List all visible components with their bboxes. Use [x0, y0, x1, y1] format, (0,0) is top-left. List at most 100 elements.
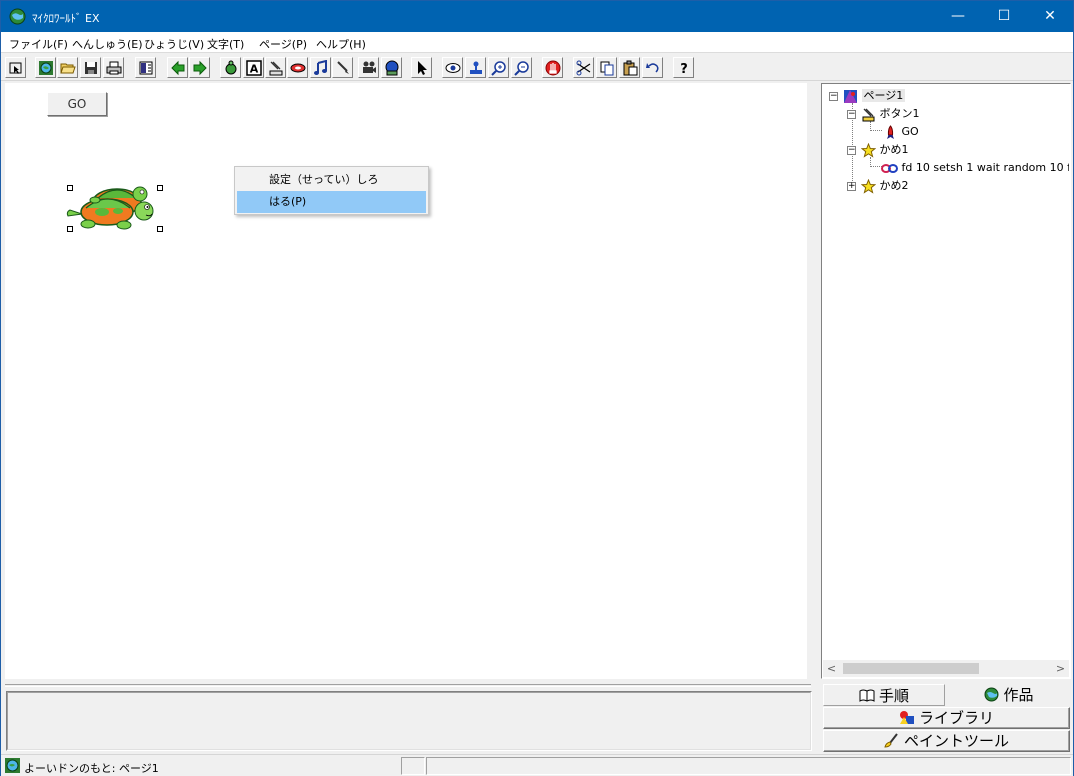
paint-tool-button[interactable]: ペイントツール [823, 730, 1070, 752]
menu-page[interactable]: ページ(P) [259, 36, 307, 52]
panel-button[interactable] [135, 57, 156, 78]
globe-stamp-button[interactable] [381, 57, 402, 78]
tree-node-button1[interactable]: ボタン1 [861, 105, 920, 122]
infinity-loop-icon [881, 163, 898, 173]
paste-button[interactable] [619, 57, 640, 78]
tree-node-script[interactable]: fd 10 setsh 1 wait random 10 fd [881, 159, 1069, 176]
tree-connector [870, 130, 882, 131]
pointer-select-button[interactable] [5, 57, 26, 78]
tab-works[interactable]: 作品 [947, 684, 1071, 706]
context-item-paste[interactable]: はる(P) [237, 191, 426, 213]
selection-handle[interactable] [67, 185, 73, 191]
context-item-settings[interactable]: 設定（せってい）しろ [237, 169, 426, 191]
music-button[interactable] [310, 57, 331, 78]
scroll-right-button[interactable]: > [1052, 660, 1069, 677]
paste-icon [623, 60, 637, 75]
record-button[interactable] [287, 57, 308, 78]
undo-icon [645, 62, 659, 73]
go-button[interactable]: GO [47, 92, 107, 116]
toolbar: A ? [1, 54, 1073, 81]
print-button[interactable] [103, 57, 124, 78]
back-arrow-icon [170, 60, 184, 75]
maximize-button[interactable]: ☐ [981, 1, 1027, 32]
new-turtle-button[interactable] [220, 57, 241, 78]
library-button[interactable]: ライブラリ [823, 707, 1070, 729]
svg-text:A: A [249, 62, 258, 75]
brush-button[interactable] [332, 57, 353, 78]
turtle-sprite-image[interactable] [62, 176, 161, 232]
tree-node-go[interactable]: GO [883, 123, 919, 140]
help-button[interactable]: ? [673, 57, 694, 78]
tree-expander[interactable]: − [847, 146, 856, 155]
book-icon [859, 689, 875, 702]
cursor-arrow-icon [417, 60, 427, 75]
camera-icon [362, 61, 376, 73]
page-icon [844, 89, 857, 103]
menu-text[interactable]: 文字(T) [207, 36, 244, 52]
minimize-button[interactable]: — [935, 1, 981, 32]
globe-stamp-icon [385, 60, 398, 75]
cursor-button[interactable] [411, 57, 432, 78]
previous-page-button[interactable] [167, 57, 188, 78]
selection-handle[interactable] [157, 226, 163, 232]
menu-view[interactable]: ひょうじ(V) [144, 36, 204, 52]
help-icon: ? [680, 62, 688, 76]
scroll-left-button[interactable]: < [823, 660, 840, 677]
tree-node-turtle1[interactable]: かめ1 [860, 141, 909, 158]
undo-button[interactable] [642, 57, 663, 78]
open-button[interactable] [57, 57, 78, 78]
scroll-thumb[interactable] [843, 663, 979, 674]
tab-procedure[interactable]: 手順 [823, 684, 945, 706]
app-globe-icon [9, 8, 26, 25]
forward-arrow-icon [193, 60, 207, 75]
selection-handle[interactable] [67, 226, 73, 232]
button-hand-icon [862, 108, 875, 121]
message-area[interactable] [6, 691, 812, 751]
menu-help[interactable]: ヘルプ(H) [316, 36, 366, 52]
eye-icon [445, 62, 460, 73]
stamp-button[interactable] [465, 57, 486, 78]
panel-icon [139, 61, 152, 74]
turtle-add-icon [225, 60, 236, 74]
button-tool[interactable] [265, 57, 286, 78]
view-button[interactable] [442, 57, 463, 78]
button-hand-icon [269, 61, 282, 75]
tree-view[interactable]: − ページ1 − ボタン1 GO − かめ1 fd 10 setsh 1 wai… [823, 85, 1069, 661]
tree-expander[interactable]: − [847, 110, 856, 119]
tree-node-label: ボタン1 [879, 107, 920, 120]
zoom-in-icon [490, 60, 506, 76]
tab-procedure-label: 手順 [878, 687, 909, 705]
zoom-in-button[interactable] [488, 57, 509, 78]
camera-button[interactable] [358, 57, 379, 78]
tree-node-page1[interactable]: ページ1 [843, 87, 906, 104]
tree-expander[interactable]: − [829, 92, 838, 101]
close-button[interactable]: ✕ [1027, 1, 1073, 32]
menu-edit[interactable]: へんしゅう(E) [72, 36, 143, 52]
save-button[interactable] [80, 57, 101, 78]
context-menu: 設定（せってい）しろ はる(P) [234, 166, 429, 215]
status-panel [401, 757, 425, 775]
new-world-button[interactable] [35, 57, 56, 78]
zoom-out-button[interactable] [511, 57, 532, 78]
selection-handle[interactable] [157, 185, 163, 191]
tree-node-label: かめ2 [879, 179, 909, 192]
cut-button[interactable] [573, 57, 594, 78]
menu-file[interactable]: ファイル(F) [9, 36, 68, 52]
title-bar[interactable]: ﾏｲｸﾛﾜｰﾙﾄﾞ EX — ☐ ✕ [1, 1, 1073, 32]
pointer-select-icon [9, 62, 21, 74]
tree-node-turtle2[interactable]: かめ2 [860, 177, 909, 194]
object-tree[interactable]: − ページ1 − ボタン1 GO − かめ1 fd 10 setsh 1 wai… [821, 83, 1071, 679]
stop-button[interactable] [542, 57, 563, 78]
horizontal-scrollbar[interactable]: < > [823, 660, 1069, 677]
stamp-icon [469, 61, 482, 74]
turtle-star-icon [860, 142, 877, 158]
tab-works-label: 作品 [1003, 686, 1034, 704]
next-page-button[interactable] [189, 57, 210, 78]
globe-icon [5, 758, 20, 773]
copy-button[interactable] [596, 57, 617, 78]
tree-expander[interactable]: + [847, 182, 856, 191]
globe-icon [38, 60, 53, 75]
record-icon [290, 63, 305, 72]
scissors-icon [576, 60, 590, 75]
text-box-button[interactable]: A [243, 57, 264, 78]
